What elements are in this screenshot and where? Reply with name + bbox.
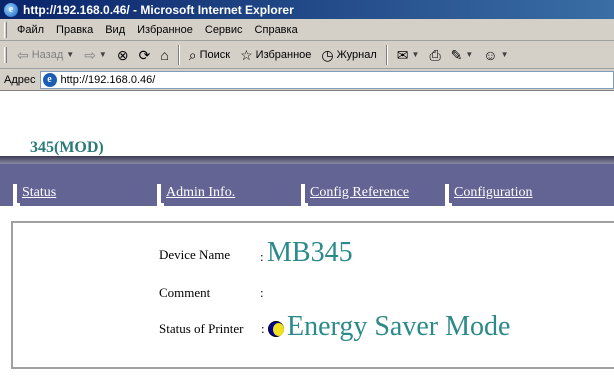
chevron-down-icon: ▼ bbox=[98, 50, 107, 59]
tab-configuration[interactable]: Configuration bbox=[445, 184, 533, 206]
status-label: Status of Printer bbox=[159, 321, 244, 336]
favorites-label: Избранное bbox=[255, 48, 312, 61]
chevron-down-icon: ▼ bbox=[411, 50, 420, 59]
edit-icon: ✎ bbox=[450, 46, 463, 63]
menu-grip bbox=[4, 21, 7, 38]
tab-configuration-link[interactable]: Configuration bbox=[454, 185, 533, 201]
messenger-button[interactable]: ☺ ▼ bbox=[479, 44, 512, 66]
comment-colon: : bbox=[260, 285, 264, 300]
edit-button[interactable]: ✎ ▼ bbox=[447, 44, 478, 66]
menu-favorites[interactable]: Избранное bbox=[131, 24, 199, 36]
window-title: http://192.168.0.46/ - Microsoft Interne… bbox=[23, 2, 294, 17]
comment-label: Comment bbox=[159, 285, 211, 300]
page-title: 345(MOD) bbox=[30, 139, 104, 156]
stop-button[interactable]: ⊗ bbox=[113, 44, 133, 66]
forward-button[interactable]: ⇨ ▼ bbox=[80, 44, 111, 66]
address-input[interactable]: e http://192.168.0.46/ bbox=[39, 70, 614, 89]
tab-status-link[interactable]: Status bbox=[22, 185, 56, 201]
tab-bracket bbox=[157, 184, 164, 206]
toolbar: ⇦ Назад ▼ ⇨ ▼ ⊗ ⟳ ⌂ ⌕ Поиск ☆ Избранное … bbox=[0, 41, 614, 69]
chevron-down-icon: ▼ bbox=[500, 50, 509, 59]
tab-config-reference-link[interactable]: Config Reference bbox=[310, 185, 409, 201]
back-button[interactable]: ⇦ Назад ▼ bbox=[13, 44, 78, 66]
menu-tools[interactable]: Сервис bbox=[199, 24, 249, 36]
tab-bracket bbox=[13, 184, 20, 206]
history-icon: ◷ bbox=[321, 46, 334, 63]
back-label: Назад bbox=[31, 48, 64, 61]
history-label: Журнал bbox=[336, 48, 377, 61]
device-name-value: MB345 bbox=[267, 237, 353, 268]
toolbar-separator bbox=[385, 44, 388, 65]
device-info-panel: Device Name : MB345 Comment : Status of … bbox=[11, 221, 614, 369]
forward-icon: ⇨ bbox=[84, 46, 96, 63]
history-button[interactable]: ◷ Журнал bbox=[317, 44, 380, 66]
back-icon: ⇦ bbox=[17, 46, 29, 63]
device-name-label: Device Name bbox=[159, 247, 231, 262]
menu-view[interactable]: Вид bbox=[99, 24, 131, 36]
chevron-down-icon: ▼ bbox=[66, 50, 75, 59]
page-icon: e bbox=[42, 72, 57, 87]
home-icon: ⌂ bbox=[160, 46, 169, 63]
address-bar: Адрес e http://192.168.0.46/ bbox=[0, 69, 614, 91]
status-colon: : bbox=[261, 321, 265, 336]
ie-logo-icon: e bbox=[4, 2, 18, 17]
address-url: http://192.168.0.46/ bbox=[60, 73, 156, 86]
print-icon: ⎙ bbox=[429, 46, 441, 63]
refresh-icon: ⟳ bbox=[138, 46, 151, 63]
messenger-icon: ☺ bbox=[483, 46, 498, 63]
tab-admin-info-link[interactable]: Admin Info. bbox=[166, 185, 235, 201]
nav-band: Status Admin Info. Config Reference Conf… bbox=[0, 164, 614, 206]
print-button[interactable]: ⎙ bbox=[425, 44, 444, 66]
tab-status[interactable]: Status bbox=[13, 184, 56, 206]
home-button[interactable]: ⌂ bbox=[156, 44, 172, 66]
search-label: Поиск bbox=[199, 48, 231, 61]
mail-icon: ✉ bbox=[396, 46, 409, 63]
toolbar-separator bbox=[177, 44, 180, 65]
favorites-button[interactable]: ☆ Избранное bbox=[236, 44, 315, 66]
menu-help[interactable]: Справка bbox=[249, 24, 304, 36]
chevron-down-icon: ▼ bbox=[465, 50, 474, 59]
search-button[interactable]: ⌕ Поиск bbox=[185, 44, 234, 66]
refresh-button[interactable]: ⟳ bbox=[135, 44, 155, 66]
tab-config-reference[interactable]: Config Reference bbox=[301, 184, 409, 206]
menu-bar: Файл Правка Вид Избранное Сервис Справка bbox=[0, 19, 614, 41]
device-name-colon: : bbox=[260, 249, 264, 264]
menu-edit[interactable]: Правка bbox=[50, 24, 99, 36]
search-icon: ⌕ bbox=[188, 46, 197, 63]
favorites-icon: ☆ bbox=[240, 46, 253, 63]
menu-file[interactable]: Файл bbox=[11, 24, 50, 36]
toolbar-grip bbox=[4, 46, 7, 63]
address-label: Адрес bbox=[4, 73, 36, 86]
tab-bracket bbox=[445, 184, 452, 206]
title-bar: e http://192.168.0.46/ - Microsoft Inter… bbox=[0, 0, 614, 19]
stop-icon: ⊗ bbox=[116, 46, 129, 63]
energy-saver-icon bbox=[268, 321, 284, 337]
tab-bracket bbox=[301, 184, 308, 206]
tab-admin-info[interactable]: Admin Info. bbox=[157, 184, 235, 206]
header-divider bbox=[0, 156, 614, 164]
mail-button[interactable]: ✉ ▼ bbox=[393, 44, 424, 66]
printer-status-value: Energy Saver Mode bbox=[287, 311, 511, 342]
